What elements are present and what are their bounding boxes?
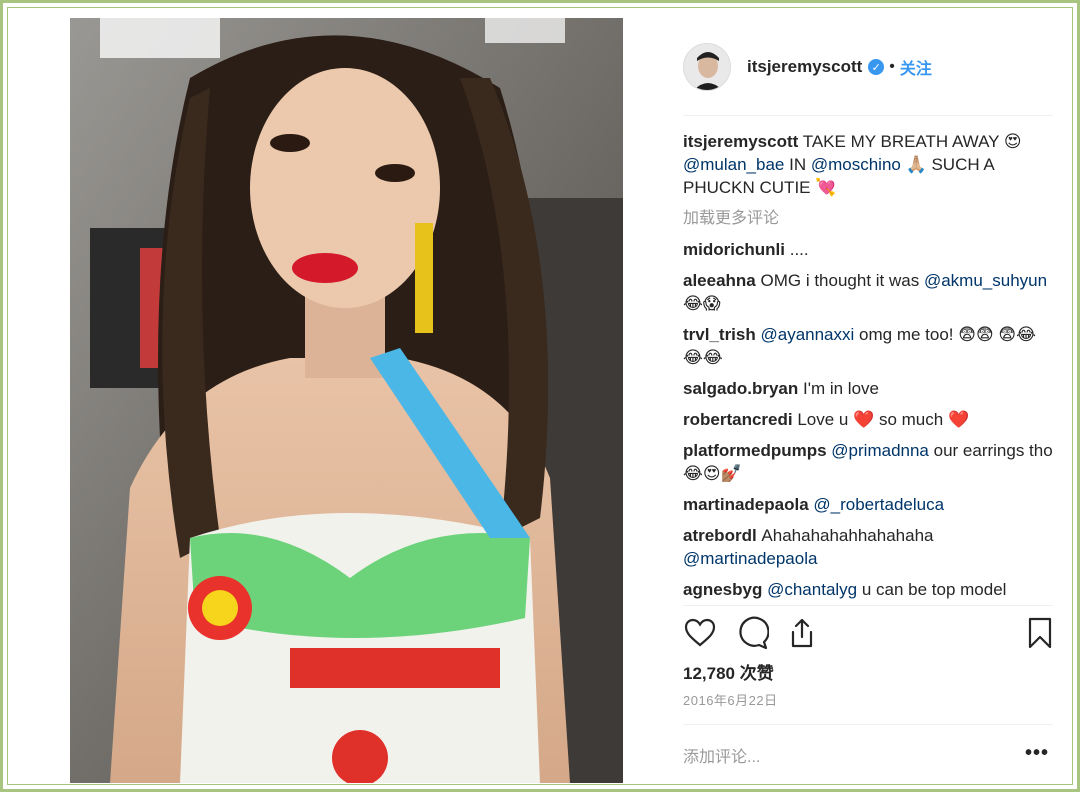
comment-item: platformedpumps @primadnna our earrings …	[683, 439, 1053, 485]
verified-badge-icon: ✓	[868, 59, 885, 75]
mention-link[interactable]: @moschino	[811, 155, 901, 174]
share-icon[interactable]	[785, 616, 819, 650]
comments-divider	[683, 605, 1053, 606]
comment-username[interactable]: martinadepaola	[683, 495, 813, 514]
comment-text: I'm in love	[802, 379, 879, 398]
comment-username[interactable]: robertancredi	[683, 410, 797, 429]
comment-username[interactable]: trvl_trish	[683, 325, 760, 344]
bookmark-icon[interactable]	[1023, 616, 1057, 650]
comment-username[interactable]: salgado.bryan	[683, 379, 803, 398]
comment-username[interactable]: agnesbyg	[683, 580, 767, 599]
comment-username[interactable]: aleeahna	[683, 271, 761, 290]
mention-link[interactable]: @mulan_bae	[683, 155, 784, 174]
comment-text: OMG i thought it was	[760, 271, 924, 290]
caption-username[interactable]: itsjeremyscott	[683, 132, 798, 151]
comment-item: robertancredi Love u ❤️ so much ❤️	[683, 408, 1053, 431]
separator-dot: •	[889, 58, 895, 75]
comment-item: atrebordl Ahahahahahhahahaha @martinadep…	[683, 524, 1053, 570]
comment-icon[interactable]	[735, 616, 770, 650]
action-bar	[683, 616, 1053, 650]
mention-link[interactable]: @primadnna	[831, 441, 929, 460]
heart-icon[interactable]	[683, 616, 717, 650]
like-count[interactable]: 12,780 次赞	[683, 659, 774, 684]
header-divider	[683, 115, 1053, 116]
comment-text: ....	[789, 240, 809, 259]
mention-link[interactable]: @akmu_suhyun	[924, 271, 1047, 290]
mention-link[interactable]: @chantalyg	[767, 580, 857, 599]
post-caption: itsjeremyscott TAKE MY BREATH AWAY 😍 @mu…	[683, 130, 1053, 199]
comment-item: midorichunli ....	[683, 238, 1053, 261]
comment-text: Ahahahahahhahahaha	[761, 526, 934, 545]
comment-text: u can be top model	[857, 580, 1007, 599]
post-photo[interactable]	[70, 18, 623, 783]
mention-link[interactable]: @ayannaxxi	[760, 325, 854, 344]
mention-link[interactable]: @_robertadeluca	[813, 495, 944, 514]
add-comment-input[interactable]: 添加评论...	[683, 743, 760, 767]
comment-text: Love u ❤️ so much ❤️	[797, 410, 970, 429]
post-date[interactable]: 2016年6月22日	[683, 690, 778, 709]
comment-item: salgado.bryan I'm in love	[683, 377, 1053, 400]
comment-item: aleeahna OMG i thought it was @akmu_suhy…	[683, 269, 1053, 315]
follow-button[interactable]: 关注	[900, 55, 932, 79]
comment-item: trvl_trish @ayannaxxi omg me too! 😨😨 😨😂😂…	[683, 323, 1053, 369]
comment-username[interactable]: midorichunli	[683, 240, 790, 259]
comment-username[interactable]: atrebordl	[683, 526, 761, 545]
comment-text: IN	[784, 155, 811, 174]
avatar[interactable]	[683, 43, 731, 91]
avatar-image	[684, 44, 730, 90]
post-header: itsjeremyscott ✓ • 关注	[683, 42, 1053, 92]
comment-item: agnesbyg @chantalyg u can be top model	[683, 578, 1053, 601]
screenshot-frame: itsjeremyscott ✓ • 关注 itsjeremyscott TAK…	[0, 0, 1080, 792]
mention-link[interactable]: @martinadepaola	[683, 549, 817, 568]
comment-text: 😂😱	[683, 294, 721, 313]
footer-divider	[683, 724, 1053, 725]
comment-item: martinadepaola @_robertadeluca	[683, 493, 1053, 516]
comment-text: TAKE MY BREATH AWAY 😍	[802, 132, 1022, 151]
post-details-panel: itsjeremyscott ✓ • 关注 itsjeremyscott TAK…	[663, 18, 1068, 783]
load-more-comments-button[interactable]: 加载更多评论	[683, 207, 1053, 230]
comment-username[interactable]: platformedpumps	[683, 441, 831, 460]
comment-items: midorichunli .... aleeahna OMG i thought …	[683, 238, 1053, 601]
post-author-username[interactable]: itsjeremyscott	[747, 57, 862, 77]
comments-list[interactable]: itsjeremyscott TAKE MY BREATH AWAY 😍 @mu…	[683, 130, 1053, 602]
more-options-button[interactable]: •••	[1025, 742, 1049, 765]
photo-illustration	[70, 18, 623, 783]
